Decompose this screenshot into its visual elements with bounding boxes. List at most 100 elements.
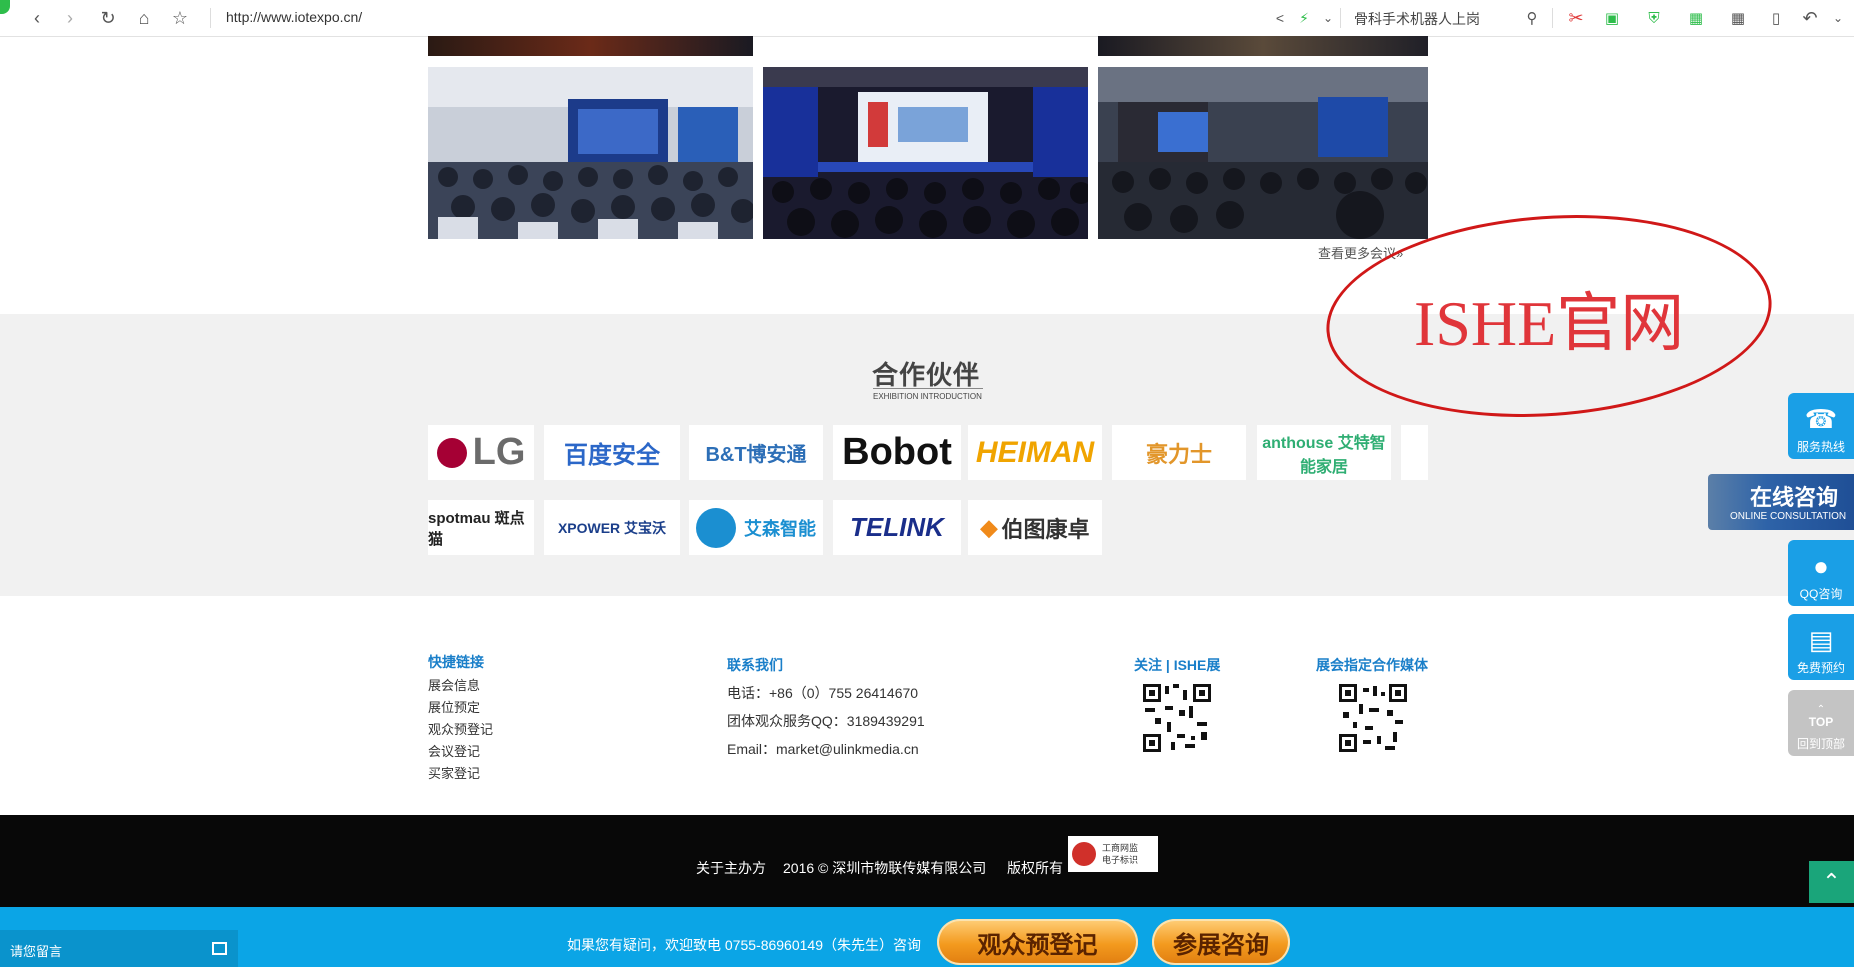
shield-icon[interactable]: ⛨ <box>1642 6 1666 30</box>
free-booking-button[interactable]: ▤ 免费预约 <box>1788 614 1854 680</box>
bookmark-star-icon[interactable]: ☆ <box>168 6 192 30</box>
back-icon[interactable]: ‹ <box>25 6 49 30</box>
footer-link-buyer-registration[interactable]: 买家登记 <box>428 763 480 782</box>
apps-grid-icon[interactable]: ▦ <box>1726 6 1750 30</box>
partner-logo-holish[interactable]: 豪力士 <box>1112 425 1246 480</box>
back-to-top-button[interactable]: ⌃ TOP 回到顶部 <box>1788 690 1854 756</box>
watermark-text: ISHE官网 <box>1414 288 1685 359</box>
home-icon[interactable]: ⌂ <box>132 6 156 30</box>
reload-icon[interactable]: ↻ <box>96 6 120 30</box>
partner-logo-lg[interactable]: LG <box>428 425 534 480</box>
logo-text: HEIMAN <box>975 435 1095 469</box>
logo-text: 伯图康卓 <box>1001 516 1090 542</box>
chevron-up-icon: ⌃ <box>1822 869 1841 894</box>
chevron-down-icon[interactable]: ⌄ <box>1316 6 1340 30</box>
copyright-text: 2016 © 深圳市物联传媒有限公司 <box>783 860 987 876</box>
conference-photo[interactable] <box>1098 67 1428 239</box>
online-consultation-button[interactable]: 在线咨询 ONLINE CONSULTATION <box>1708 474 1854 530</box>
media-qr-code <box>1337 682 1409 754</box>
side-label: QQ咨询 <box>1799 587 1843 601</box>
partner-logo-heiman[interactable]: HEIMAN <box>968 425 1102 480</box>
partners-subtitle: EXHIBITION INTRODUCTION <box>873 392 982 401</box>
partner-logo-baidu-security[interactable]: 百度安全 <box>544 425 680 480</box>
online-consult-subtitle: ONLINE CONSULTATION <box>1730 511 1847 522</box>
undo-icon[interactable]: ↶ <box>1798 6 1822 30</box>
divider <box>1340 8 1341 28</box>
potom-emblem-icon: ◆ <box>980 514 998 540</box>
logo-text: LG <box>472 431 526 473</box>
qq-penguin-icon: ● <box>1813 551 1829 581</box>
partner-logo-bt[interactable]: B&T博安通 <box>689 425 823 480</box>
badge-line: 工商网监 <box>1102 843 1139 853</box>
footer-link-exhibition-info[interactable]: 展会信息 <box>428 675 480 694</box>
conference-photo[interactable] <box>428 36 753 56</box>
conference-photo[interactable] <box>428 67 753 239</box>
footer-link-booth-booking[interactable]: 展位预定 <box>428 697 480 716</box>
logo-text: XPOWER 艾宝沃 <box>557 519 667 536</box>
browser-toolbar: ‹ › ↻ ⌂ ☆ http://www.iotexpo.cn/ < ⚡ ⌄ 骨… <box>0 0 1854 37</box>
contact-email: Email：market@ulinkmedia.cn <box>727 741 919 757</box>
browser-logo-icon <box>0 0 10 14</box>
partner-logo-bobot[interactable]: Bobot <box>833 425 961 480</box>
partners-title: 合作伙伴 <box>872 361 981 391</box>
tablet-icon[interactable]: ▯ <box>1764 6 1788 30</box>
logo-text: TELINK <box>850 512 944 542</box>
service-hotline-button[interactable]: ☎ 服务热线 <box>1788 393 1854 459</box>
footer-link-conference-registration[interactable]: 会议登记 <box>428 741 480 760</box>
search-icon[interactable]: ⚲ <box>1520 6 1544 30</box>
leave-message-panel[interactable]: 请您留言 <box>0 930 238 967</box>
share-icon[interactable]: < <box>1268 6 1292 30</box>
phone-icon: ☎ <box>1804 404 1838 434</box>
side-label: 服务热线 <box>1796 440 1845 454</box>
logo-text: 艾森智能 <box>744 518 816 539</box>
chevron-up-icon: ⌃ <box>1816 704 1826 715</box>
partner-logo-telink[interactable]: TELINK <box>833 500 961 555</box>
quick-links-title: 快捷链接 <box>428 654 484 670</box>
aisenz-emblem-icon <box>696 507 736 548</box>
maximize-icon[interactable] <box>212 942 227 955</box>
chevron-down-icon[interactable]: ⌄ <box>1826 6 1850 30</box>
logo-text: B&T博安通 <box>705 444 807 466</box>
logo-text: spotmau 斑点猫 <box>428 509 525 548</box>
contact-phone: 电话：+86（0）755 26414670 <box>727 685 919 701</box>
calendar-icon: ▤ <box>1808 625 1834 655</box>
badge-line: 电子标识 <box>1102 855 1139 865</box>
logo-text: 豪力士 <box>1145 441 1212 467</box>
visitor-registration-button[interactable]: 观众预登记 <box>937 919 1138 965</box>
partner-logo-spotmau[interactable]: spotmau 斑点猫 <box>428 500 534 555</box>
about-organizer-link[interactable]: 关于主办方 <box>696 858 766 878</box>
title-underline <box>873 388 983 389</box>
search-input[interactable]: 骨科手术机器人上岗 <box>1354 9 1480 29</box>
partner-logo-xpower[interactable]: XPOWER 艾宝沃 <box>544 500 680 555</box>
side-label: 回到顶部 <box>1796 737 1845 751</box>
wechat-qr-code <box>1141 682 1213 754</box>
partner-logo-aisenz[interactable]: 艾森智能 <box>689 500 823 555</box>
lg-emblem-icon <box>436 437 467 468</box>
rights-text: 版权所有 <box>1007 860 1063 876</box>
divider <box>1552 8 1553 28</box>
scroll-top-button[interactable]: ⌃ <box>1809 861 1854 903</box>
contact-qq: 团体观众服务QQ：3189439291 <box>727 713 925 729</box>
hotline-text: 如果您有疑问，欢迎致电 0755-86960149（朱先生）咨询 <box>567 937 921 953</box>
footer-link-visitor-registration[interactable]: 观众预登记 <box>428 719 493 738</box>
partner-logo-anthouse[interactable]: anthouse 艾特智能家居 <box>1257 425 1391 480</box>
logo-text: anthouse 艾特智能家居 <box>1262 434 1386 476</box>
leave-message-label: 请您留言 <box>10 944 63 959</box>
scissors-icon[interactable]: ✂ <box>1564 6 1588 30</box>
address-bar[interactable]: http://www.iotexpo.cn/ <box>226 9 362 25</box>
lightning-icon[interactable]: ⚡ <box>1292 6 1316 30</box>
top-label: TOP <box>1808 715 1834 729</box>
business-license-badge[interactable]: 工商网监 电子标识 <box>1068 836 1158 872</box>
online-consult-title: 在线咨询 <box>1750 486 1839 511</box>
partner-logo-partial[interactable] <box>1401 425 1428 480</box>
conference-photo[interactable] <box>763 67 1088 239</box>
game-icon[interactable]: ▦ <box>1684 6 1708 30</box>
qq-consult-button[interactable]: ● QQ咨询 <box>1788 540 1854 606</box>
translate-icon[interactable]: ▣ <box>1600 6 1624 30</box>
contact-title: 联系我们 <box>727 657 783 673</box>
partner-logo-potom[interactable]: ◆ 伯图康卓 <box>968 500 1102 555</box>
exhibit-consult-button[interactable]: 参展咨询 <box>1152 919 1290 965</box>
emblem-icon <box>1072 842 1096 866</box>
conference-photo[interactable] <box>1098 36 1428 56</box>
forward-icon[interactable]: › <box>58 6 82 30</box>
